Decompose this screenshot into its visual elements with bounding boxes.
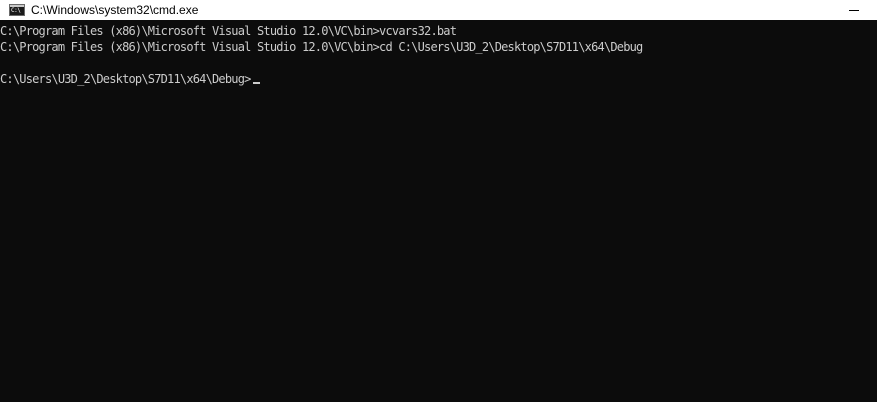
minimize-button[interactable]: [831, 0, 877, 20]
cmd-icon[interactable]: C:\: [9, 4, 25, 16]
cmd-window: C:\ C:\Windows\system32\cmd.exe C:\Progr…: [0, 0, 877, 402]
console-prompt: C:\Users\U3D_2\Desktop\S7D11\x64\Debug>: [0, 72, 251, 86]
cmd-icon-glyph: C:\: [11, 7, 21, 14]
console-line: C:\Program Files (x86)\Microsoft Visual …: [0, 24, 457, 38]
console-prompt-line: C:\Users\U3D_2\Desktop\S7D11\x64\Debug>: [0, 71, 877, 87]
console-output[interactable]: C:\Program Files (x86)\Microsoft Visual …: [0, 20, 877, 402]
window-title: C:\Windows\system32\cmd.exe: [31, 3, 199, 17]
title-bar[interactable]: C:\ C:\Windows\system32\cmd.exe: [0, 0, 877, 20]
console-line: C:\Program Files (x86)\Microsoft Visual …: [0, 40, 643, 54]
minimize-icon: [849, 9, 859, 11]
text-cursor: [252, 82, 260, 84]
